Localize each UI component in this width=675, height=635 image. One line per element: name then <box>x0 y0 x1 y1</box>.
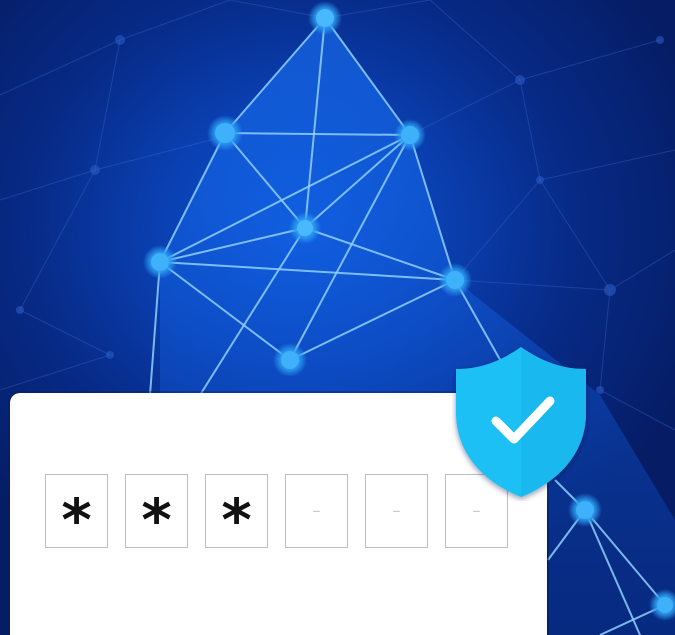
pin-slots: * * * – – – <box>45 474 508 549</box>
pin-slot-2[interactable]: * <box>125 474 188 549</box>
pin-slot-1[interactable]: * <box>45 474 108 549</box>
pin-slot-4[interactable]: – <box>285 474 348 548</box>
shield-check-icon <box>456 347 586 497</box>
pin-slot-3[interactable]: * <box>205 474 268 549</box>
pin-slot-5[interactable]: – <box>365 474 428 548</box>
